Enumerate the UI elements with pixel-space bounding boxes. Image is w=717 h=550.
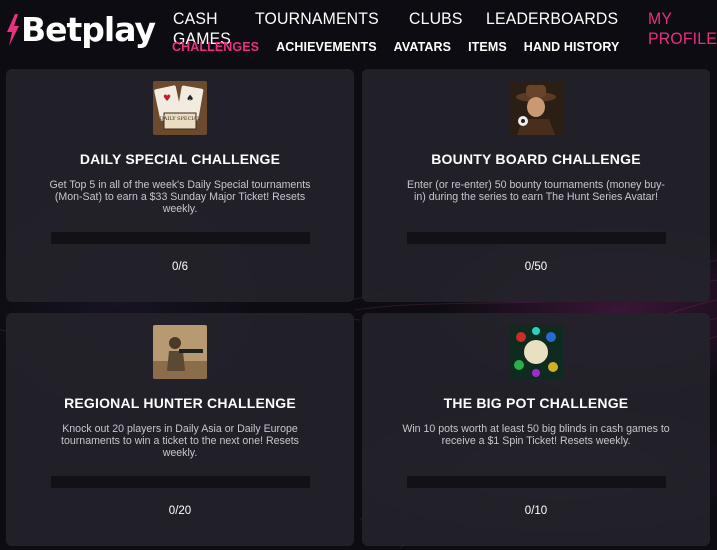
progress-count: 0/10 — [524, 505, 548, 517]
bounty-board-image — [509, 81, 563, 135]
betplay-logo[interactable]: Betplay — [6, 10, 156, 49]
progress-bar — [407, 476, 666, 488]
playing-cards-icon: ♥ ♠ DAILY SPECIAL — [153, 81, 207, 135]
progress-bar — [407, 232, 666, 244]
logo-text: Betplay — [21, 10, 156, 49]
progress-bar — [51, 232, 310, 244]
challenge-card: BOUNTY BOARD CHALLENGE Enter (or re-ente… — [362, 69, 710, 302]
challenge-card: REGIONAL HUNTER CHALLENGE Knock out 20 p… — [6, 313, 354, 546]
svg-text:DAILY SPECIAL: DAILY SPECIAL — [160, 116, 201, 122]
soldier-icon — [153, 325, 207, 379]
tab-challenges[interactable]: CHALLENGES — [172, 40, 259, 54]
progress-count: 0/6 — [172, 261, 188, 273]
challenge-description: Win 10 pots worth at least 50 big blinds… — [402, 423, 670, 447]
tab-items[interactable]: ITEMS — [468, 40, 507, 54]
tab-avatars[interactable]: AVATARS — [394, 40, 451, 54]
challenge-description: Knock out 20 players in Daily Asia or Da… — [61, 423, 299, 459]
tab-hand-history[interactable]: HAND HISTORY — [524, 40, 620, 54]
challenge-title: DAILY SPECIAL CHALLENGE — [79, 151, 281, 167]
tab-achievements[interactable]: ACHIEVEMENTS — [276, 40, 377, 54]
svg-text:♥: ♥ — [163, 94, 171, 104]
profile-sub-nav: CHALLENGES ACHIEVEMENTS AVATARS ITEMS HA… — [172, 40, 636, 54]
svg-text:♠: ♠ — [186, 94, 194, 104]
nav-my-profile[interactable]: MY PROFILE — [648, 9, 717, 49]
challenge-card: ♥ ♠ DAILY SPECIAL DAILY SPECIAL CHALLENG… — [6, 69, 354, 302]
challenge-description: Enter (or re-enter) 50 bounty tournament… — [407, 179, 665, 203]
regional-hunter-image — [153, 325, 207, 379]
challenge-title: BOUNTY BOARD CHALLENGE — [431, 151, 641, 167]
daily-special-image: ♥ ♠ DAILY SPECIAL — [153, 81, 207, 135]
challenge-title: THE BIG POT CHALLENGE — [443, 395, 629, 411]
progress-count: 0/20 — [168, 505, 192, 517]
challenge-title: REGIONAL HUNTER CHALLENGE — [64, 395, 296, 411]
challenge-card: THE BIG POT CHALLENGE Win 10 pots worth … — [362, 313, 710, 546]
challenge-description: Get Top 5 in all of the week's Daily Spe… — [49, 179, 311, 215]
big-pot-image — [509, 325, 563, 379]
lightning-bolt-icon — [7, 13, 19, 46]
top-header: Betplay CASH GAMES TOURNAMENTS CLUBS LEA… — [0, 0, 717, 66]
progress-count: 0/50 — [524, 261, 548, 273]
poker-chips-icon — [509, 325, 563, 379]
progress-bar — [51, 476, 310, 488]
cowboy-avatar-icon — [509, 81, 563, 135]
